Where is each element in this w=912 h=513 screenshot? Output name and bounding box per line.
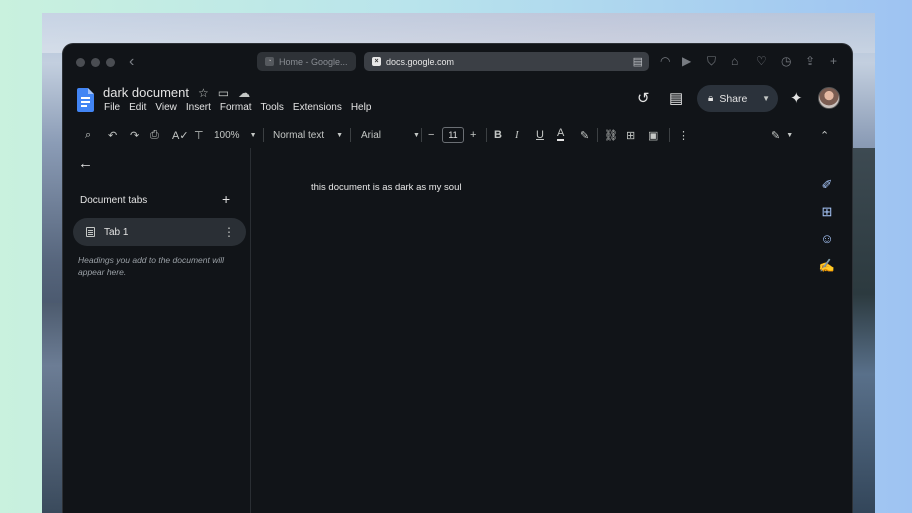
rocket-icon[interactable]: ⌂ [731, 53, 738, 69]
editing-mode-icon[interactable]: ✎ ▼ [771, 124, 793, 146]
move-folder-icon[interactable]: ▭ [218, 86, 229, 100]
mountain-left [42, 303, 64, 513]
text-color-icon[interactable]: A [557, 126, 565, 141]
print-icon[interactable]: ⎙ [150, 124, 159, 146]
share-icon[interactable]: ⇪ [805, 53, 815, 69]
insert-link-icon[interactable]: ⛓ [604, 124, 618, 146]
paint-format-icon[interactable]: ⊤ [194, 124, 204, 146]
document-body-text[interactable]: this document is as dark as my soul [311, 182, 461, 193]
share-label: Share [719, 92, 748, 105]
toolbar-divider [669, 128, 670, 142]
new-tab-icon[interactable]: + [830, 53, 837, 69]
insert-image-icon[interactable]: ▣ [648, 124, 658, 146]
mountain-right [850, 148, 875, 513]
menu-insert[interactable]: Insert [186, 102, 211, 113]
tab-label: Home - Google... [279, 56, 348, 67]
formatting-toolbar: ⌕ ↶ ↷ ⎙ A✓ ⊤ 100% ▼ Normal text ▼ Arial … [73, 124, 845, 146]
menu-file[interactable]: File [104, 102, 120, 113]
pocket-icon[interactable]: ♡ [756, 53, 767, 69]
decrease-font-size-icon[interactable]: − [428, 124, 434, 146]
star-icon[interactable]: ☆ [198, 86, 209, 100]
shield-icon[interactable]: ⛉ [707, 53, 716, 69]
floating-action-panel: ✐ ⊞ ☺ ✍ [812, 168, 842, 284]
zoom-select[interactable]: 100% ▼ [214, 124, 257, 146]
maximize-window-button[interactable] [106, 58, 115, 67]
menu-extensions[interactable]: Extensions [293, 102, 342, 113]
toolbar-divider [486, 128, 487, 142]
google-docs-logo-icon[interactable] [77, 88, 94, 112]
toolbar-divider [350, 128, 351, 142]
menu-view[interactable]: View [155, 102, 177, 113]
collapse-menus-icon[interactable]: ⌃ [820, 124, 829, 146]
chevron-down-icon[interactable]: ▼ [762, 94, 770, 103]
toolbar-divider [263, 128, 264, 142]
tab-favicon: × [372, 57, 381, 66]
forward-media-icon[interactable]: ▶︎ [682, 53, 691, 69]
search-menus-icon[interactable]: ⌕ [85, 124, 91, 146]
reader-icon[interactable]: ▤ [633, 55, 643, 68]
font-size-input[interactable]: 11 [442, 124, 464, 146]
sidebar-item-tab-1[interactable]: Tab 1 ⋮ [73, 218, 246, 246]
user-avatar[interactable] [818, 87, 840, 109]
zoom-value: 100% [214, 129, 240, 141]
spellcheck-icon[interactable]: A✓ [172, 124, 189, 146]
clock-icon[interactable]: ◷ [781, 53, 791, 69]
browser-window: ‹ ◔ Home - Google... × docs.google.com ▤… [62, 43, 853, 513]
gemini-sparkle-icon[interactable]: ✦ [790, 89, 803, 107]
lock-icon: 🔒︎ [708, 93, 714, 104]
font-family-value: Arial [361, 129, 382, 141]
close-window-button[interactable] [76, 58, 85, 67]
cloud-status-icon[interactable]: ☁ [238, 86, 250, 100]
tab-options-icon[interactable]: ⋮ [223, 225, 235, 239]
outline-hint: Headings you add to the document will ap… [78, 255, 225, 277]
toolbar-divider [597, 128, 598, 142]
comments-icon[interactable]: ▤ [669, 89, 683, 107]
add-comment-icon[interactable]: ⊞ [626, 124, 635, 146]
title-actions: ☆ ▭ ☁ [198, 86, 250, 100]
document-title[interactable]: dark document [103, 85, 189, 100]
back-arrow-icon[interactable]: ← [78, 155, 93, 172]
tab-label: docs.google.com [386, 56, 455, 67]
font-family-select[interactable]: Arial ▼ [361, 124, 420, 146]
menu-bar: File Edit View Insert Format Tools Exten… [104, 102, 371, 113]
minimize-window-button[interactable] [91, 58, 100, 67]
menu-format[interactable]: Format [220, 102, 252, 113]
browser-tab-docs[interactable]: × docs.google.com ▤ [364, 52, 649, 71]
document-tabs-heading: Document tabs [80, 195, 148, 206]
redo-icon[interactable]: ↷ [130, 124, 139, 146]
tab-favicon: ◔ [265, 57, 274, 66]
rss-icon[interactable]: ◠ [660, 53, 670, 69]
toolbar-divider [421, 128, 422, 142]
increase-font-size-icon[interactable]: + [470, 124, 476, 146]
browser-tab-home[interactable]: ◔ Home - Google... [257, 52, 356, 71]
help-me-write-icon[interactable]: ✐ [822, 176, 833, 193]
menu-edit[interactable]: Edit [129, 102, 146, 113]
bold-icon[interactable]: B [494, 124, 502, 146]
emoji-reaction-icon[interactable]: ☺ [820, 230, 833, 247]
add-comment-icon[interactable]: ⊞ [822, 203, 833, 220]
share-button[interactable]: 🔒︎ Share ▼ [697, 85, 778, 112]
italic-icon[interactable]: I [515, 124, 519, 146]
tab-name: Tab 1 [104, 226, 129, 238]
document-icon [86, 227, 95, 237]
paragraph-style-value: Normal text [273, 129, 325, 141]
chevron-down-icon: ▼ [249, 131, 257, 139]
suggest-edits-icon[interactable]: ✍ [819, 257, 835, 274]
add-tab-button[interactable]: + [222, 191, 230, 207]
menu-help[interactable]: Help [351, 102, 372, 113]
chevron-down-icon: ▼ [336, 131, 344, 139]
version-history-icon[interactable]: ↺ [637, 89, 650, 107]
underline-icon[interactable]: U [536, 124, 544, 146]
font-size-value: 11 [442, 127, 464, 143]
undo-icon[interactable]: ↶ [108, 124, 117, 146]
back-chevron-icon[interactable]: ‹ [129, 53, 134, 71]
more-options-icon[interactable]: ⋮ [678, 124, 689, 146]
document-outline-sidebar: ← Document tabs + Tab 1 ⋮ Headings you a… [63, 148, 251, 513]
paragraph-style-select[interactable]: Normal text ▼ [273, 124, 343, 146]
menu-tools[interactable]: Tools [261, 102, 284, 113]
chevron-down-icon: ▼ [413, 131, 420, 139]
highlight-icon[interactable]: ✎ [580, 124, 589, 146]
browser-titlebar: ‹ ◔ Home - Google... × docs.google.com ▤… [63, 44, 852, 80]
